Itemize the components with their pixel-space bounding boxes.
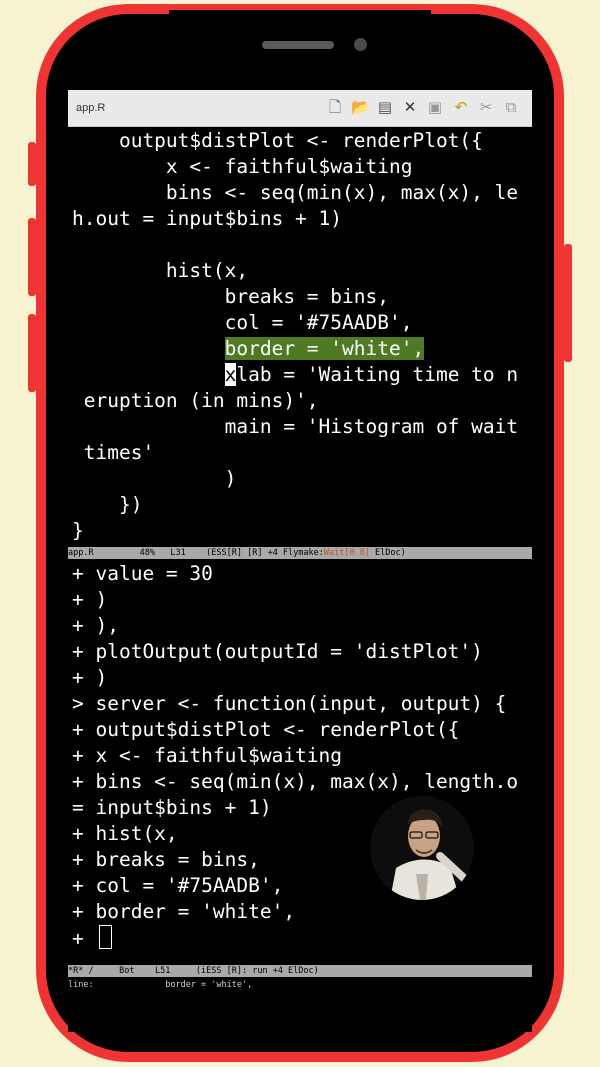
phone-notch (169, 10, 431, 66)
code-line: x <- faithful$waiting (72, 155, 413, 178)
flymake-status: Wait[0 0] (323, 548, 370, 558)
console-line: > server <- function(input, output) { (72, 692, 507, 715)
highlighted-code: border = 'white', (224, 337, 425, 360)
toolbar: app.R 🗋 📂 ▤ ✕ ▣ ↶ ✂ ⧉ (68, 90, 532, 127)
modeline-suffix: ElDoc) (369, 548, 406, 558)
undo-icon[interactable]: ↶ (452, 98, 470, 116)
open-folder-icon[interactable]: 📂 (351, 98, 370, 116)
emacs-screen: app.R 🗋 📂 ▤ ✕ ▣ ↶ ✂ ⧉ output$distPlot <-… (68, 90, 532, 1032)
console-line: + value = 30 (72, 562, 213, 585)
editor-buffer[interactable]: output$distPlot <- renderPlot({ x <- fai… (72, 128, 532, 544)
console-line: + ) (72, 588, 108, 611)
code-line: hist(x, (72, 259, 249, 282)
modeline-status: app.R 48% L31 (ESS[R] [R] +4 Flymake: (68, 548, 324, 558)
code-line: main = 'Histogram of wait (72, 415, 519, 438)
save-icon[interactable]: ▤ (376, 98, 394, 116)
editor-modeline: app.R 48% L31 (ESS[R] [R] +4 Flymake:Wai… (68, 547, 532, 559)
code-line: h.out = input$bins + 1) (72, 207, 343, 230)
copy-icon[interactable]: ⧉ (502, 98, 520, 116)
phone-volume-up-button (28, 218, 36, 296)
code-line: col = '#75AADB', (72, 311, 413, 334)
new-file-icon[interactable]: 🗋 (326, 98, 344, 116)
echo-area-text: line: border = 'white', (68, 980, 253, 990)
console-line: + bins <- seq(min(x), max(x), length.o (72, 770, 519, 793)
console-input-cursor[interactable] (99, 925, 113, 949)
code-line: } (72, 519, 84, 542)
code-line: breaks = bins, (72, 285, 389, 308)
code-line: times' (72, 441, 155, 464)
phone-volume-down-button (28, 314, 36, 392)
console-modeline: *R* / Bot L51 (iESS [R]: run +4 ElDoc) (68, 965, 532, 977)
phone-side-button (28, 142, 36, 186)
webcam-overlay (370, 796, 474, 900)
console-line: + ), (72, 614, 119, 637)
speaker-icon (262, 41, 334, 49)
code-line: ) (72, 467, 237, 490)
cut-icon[interactable]: ✂ (477, 98, 495, 116)
code-line: }) (72, 493, 143, 516)
r-console[interactable]: + value = 30 + ) + ), + plotOutput(outputId… (72, 561, 532, 951)
presenter-avatar (370, 796, 474, 900)
echo-area: line: border = 'white', (68, 978, 532, 992)
code-line: xlab = 'Waiting time to n (224, 363, 519, 386)
code-line: bins <- seq(min(x), max(x), le (72, 181, 519, 204)
code-line: border = 'white', (72, 336, 532, 362)
code-line: eruption (in mins)', (72, 389, 319, 412)
code-line: output$distPlot <- renderPlot({ (72, 129, 483, 152)
console-modeline-status: *R* / Bot L51 (iESS [R]: run +4 ElDoc) (68, 966, 319, 976)
console-line: + (72, 925, 532, 951)
console-line: + output$distPlot <- renderPlot({ (72, 718, 460, 741)
text-cursor: x (224, 363, 237, 386)
console-line: + x <- faithful$waiting (72, 744, 343, 767)
close-icon[interactable]: ✕ (401, 98, 419, 116)
console-line: + plotOutput(outputId = 'distPlot') (72, 640, 483, 663)
console-line: + ) (72, 666, 108, 689)
phone-power-button (564, 244, 572, 362)
front-camera-icon (354, 38, 367, 51)
window-title: app.R (76, 102, 106, 114)
console-line: + border = 'white', (72, 900, 296, 923)
disk-icon[interactable]: ▣ (426, 98, 444, 116)
